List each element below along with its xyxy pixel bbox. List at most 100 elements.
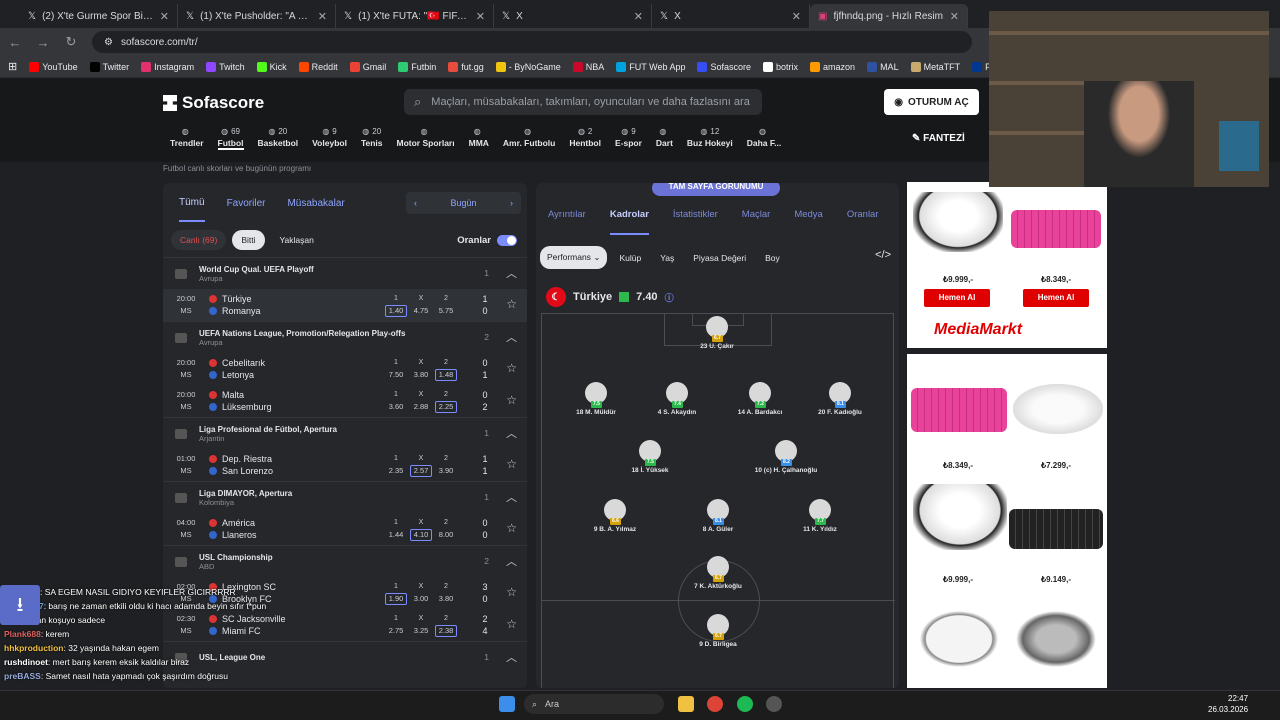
sofascore-logo[interactable]: Sofascore xyxy=(163,93,264,113)
match-row[interactable]: 20:00 MS Malta Lüksemburg 1 3.60 X 2.88 2 2.25 0 2 ☆ xyxy=(163,385,527,417)
star-icon[interactable]: ☆ xyxy=(506,361,517,375)
player-marker[interactable]: 6.7 7 K. Aktürkoğlu xyxy=(683,556,753,590)
odds-value[interactable]: 5.75 xyxy=(435,305,457,317)
league-header[interactable]: Liga DIMAYOR, Apertura Kolombiya 1 ︿ xyxy=(163,481,527,513)
odds-cell[interactable]: X 3.00 xyxy=(410,582,432,605)
odds-cell[interactable]: 2 1.48 xyxy=(435,358,457,381)
mouse-product-image[interactable] xyxy=(913,192,1003,252)
close-icon[interactable]: ✕ xyxy=(634,10,643,23)
chevron-up-icon[interactable]: ︿ xyxy=(506,329,517,345)
odds-cell[interactable]: 1 3.60 xyxy=(385,390,407,413)
reload-icon[interactable]: ↻ xyxy=(64,34,78,50)
odds-value[interactable]: 1.44 xyxy=(385,529,407,541)
bookmark-metatft[interactable]: MetaTFT xyxy=(910,61,960,72)
odds-value[interactable]: 3.25 xyxy=(410,625,432,637)
odds-value[interactable]: 2.88 xyxy=(410,401,432,413)
odds-value[interactable]: 2.25 xyxy=(435,401,457,413)
sport-tab-mma[interactable]: ◍ MMA xyxy=(462,124,496,156)
bookmark-botrix[interactable]: botrix xyxy=(763,61,798,72)
odds-cell[interactable]: X 4.75 xyxy=(410,294,432,317)
odds-value[interactable]: 3.00 xyxy=(410,593,432,605)
full-page-button[interactable]: TAM SAYFA GÖRÜNÜMÜ xyxy=(652,183,780,196)
bookmark-fut-gg[interactable]: fut.gg xyxy=(448,61,484,72)
sport-tab-basketbol[interactable]: ◍ 20 Basketbol xyxy=(251,124,306,156)
player-marker[interactable]: 7.7 11 K. Yıldız xyxy=(785,499,855,533)
odds-cell[interactable]: 1 1.44 xyxy=(385,518,407,541)
odds-cell[interactable]: 2 8.00 xyxy=(435,518,457,541)
odds-value[interactable]: 1.90 xyxy=(385,593,407,605)
tab-details[interactable]: Ayrıntılar xyxy=(548,209,586,235)
odds-value[interactable]: 2.35 xyxy=(385,465,407,477)
tab-media[interactable]: Medya xyxy=(794,209,823,235)
keyboard-product-image[interactable] xyxy=(911,388,1007,432)
fantasy-link[interactable]: ✎ FANTEZİ xyxy=(912,133,965,144)
bookmark-twitch[interactable]: Twitch xyxy=(206,61,245,72)
chat-username[interactable]: Plank688 xyxy=(4,629,41,639)
star-icon[interactable]: ☆ xyxy=(506,617,517,631)
sport-tab-buz-hokeyi[interactable]: ◍ 12 Buz Hokeyi xyxy=(680,124,740,156)
chevron-right-icon[interactable]: › xyxy=(510,198,513,208)
date-picker[interactable]: ‹ Bugün › xyxy=(406,192,521,214)
odds-cell[interactable]: 1 2.75 xyxy=(385,614,407,637)
filter-finished[interactable]: Bitti xyxy=(232,230,265,250)
chat-username[interactable]: preBASS xyxy=(4,671,41,681)
odds-cell[interactable]: 2 2.25 xyxy=(435,390,457,413)
match-row[interactable]: 04:00 MS América Llaneros 1 1.44 X 4.10 2 8.00 0 0 ☆ xyxy=(163,513,527,545)
info-icon[interactable]: ⓘ xyxy=(665,291,674,304)
sport-tab-tenis[interactable]: ◍ 20 Tenis xyxy=(354,124,390,156)
spotify-icon[interactable] xyxy=(737,696,753,712)
player-marker[interactable]: 6.7 9 D. Birligea xyxy=(683,614,753,648)
league-header[interactable]: USL Championship ABD 2 ︿ xyxy=(163,545,527,577)
odds-cell[interactable]: X 3.25 xyxy=(410,614,432,637)
search-input[interactable]: ⌕ Maçları, müsabakaları, takımları, oyunc… xyxy=(404,89,762,115)
sport-tab-dart[interactable]: ◍ Dart xyxy=(649,124,680,156)
close-icon[interactable]: ✕ xyxy=(476,10,485,23)
bookmark-sofascore[interactable]: Sofascore xyxy=(697,61,751,72)
sport-tab-hentbol[interactable]: ◍ 2 Hentbol xyxy=(562,124,608,156)
chevron-up-icon[interactable]: ︿ xyxy=(506,553,517,569)
gamepad-product-image[interactable] xyxy=(1009,606,1103,672)
bookmark-reddit[interactable]: Reddit xyxy=(298,61,338,72)
odds-value[interactable]: 2.57 xyxy=(410,465,432,477)
chat-username[interactable]: rushdinoet xyxy=(4,657,48,667)
odds-value[interactable]: 3.80 xyxy=(435,593,457,605)
chevron-left-icon[interactable]: ‹ xyxy=(414,198,417,208)
bookmark-youtube[interactable]: YouTube xyxy=(29,61,78,72)
tab-all[interactable]: Tümü xyxy=(179,197,205,222)
odds-value[interactable]: 3.80 xyxy=(410,369,432,381)
filter-upcoming[interactable]: Yaklaşan xyxy=(271,230,323,250)
player-marker[interactable]: 7.2 14 A. Bardakcı xyxy=(725,382,795,416)
star-icon[interactable]: ☆ xyxy=(506,297,517,311)
bookmark--bynogame[interactable]: - ByNoGame xyxy=(495,61,561,72)
odds-cell[interactable]: 2 3.90 xyxy=(435,454,457,477)
league-header[interactable]: Liga Profesional de Fútbol, Apertura Arja… xyxy=(163,417,527,449)
odds-cell[interactable]: 1 7.50 xyxy=(385,358,407,381)
player-marker[interactable]: 8.2 10 (c) H. Çalhanoğlu xyxy=(751,440,821,474)
odds-toggle[interactable]: Oranlar xyxy=(457,234,517,246)
download-icon[interactable]: ⭳ xyxy=(0,585,40,625)
filter-performance[interactable]: Performans ⌄ xyxy=(540,246,608,269)
url-field[interactable]: ⚙ sofascore.com/tr/ xyxy=(92,31,972,53)
embed-code-icon[interactable]: </> xyxy=(875,249,891,261)
odds-cell[interactable]: X 2.57 xyxy=(410,454,432,477)
star-icon[interactable]: ☆ xyxy=(506,585,517,599)
bookmark-amazon[interactable]: amazon xyxy=(810,61,855,72)
odds-cell[interactable]: X 2.88 xyxy=(410,390,432,413)
toggle-switch[interactable] xyxy=(497,234,517,246)
odds-value[interactable]: 8.00 xyxy=(435,529,457,541)
league-header[interactable]: World Cup Qual. UEFA Playoff Avrupa 1 ︿ xyxy=(163,257,527,289)
player-marker[interactable]: 7.4 4 S. Akaydın xyxy=(642,382,712,416)
star-icon[interactable]: ☆ xyxy=(506,521,517,535)
sport-tab-motor-sporlar-[interactable]: ◍ Motor Sporları xyxy=(390,124,462,156)
keyboard-product-image[interactable] xyxy=(1009,509,1103,549)
taskbar-search[interactable]: ⌕ Ara xyxy=(524,694,664,714)
system-clock[interactable]: 22:47 26.03.2026 xyxy=(1208,693,1248,715)
player-marker[interactable]: 8.1 8 A. Güler xyxy=(683,499,753,533)
player-marker[interactable]: 6.6 9 B. A. Yılmaz xyxy=(580,499,650,533)
buy-button[interactable]: Hemen Al xyxy=(924,289,990,307)
player-marker[interactable]: 7.5 18 M. Müldür xyxy=(561,382,631,416)
player-marker[interactable]: 6.7 23 U. Çakır xyxy=(682,316,752,350)
league-header[interactable]: UEFA Nations League, Promotion/Relegatio… xyxy=(163,321,527,353)
match-row[interactable]: 20:00 MS Türkiye Romanya 1 1.40 X 4.75 2 5.75 1 0 ☆ xyxy=(163,289,527,321)
bookmark-kick[interactable]: Kick xyxy=(256,61,287,72)
